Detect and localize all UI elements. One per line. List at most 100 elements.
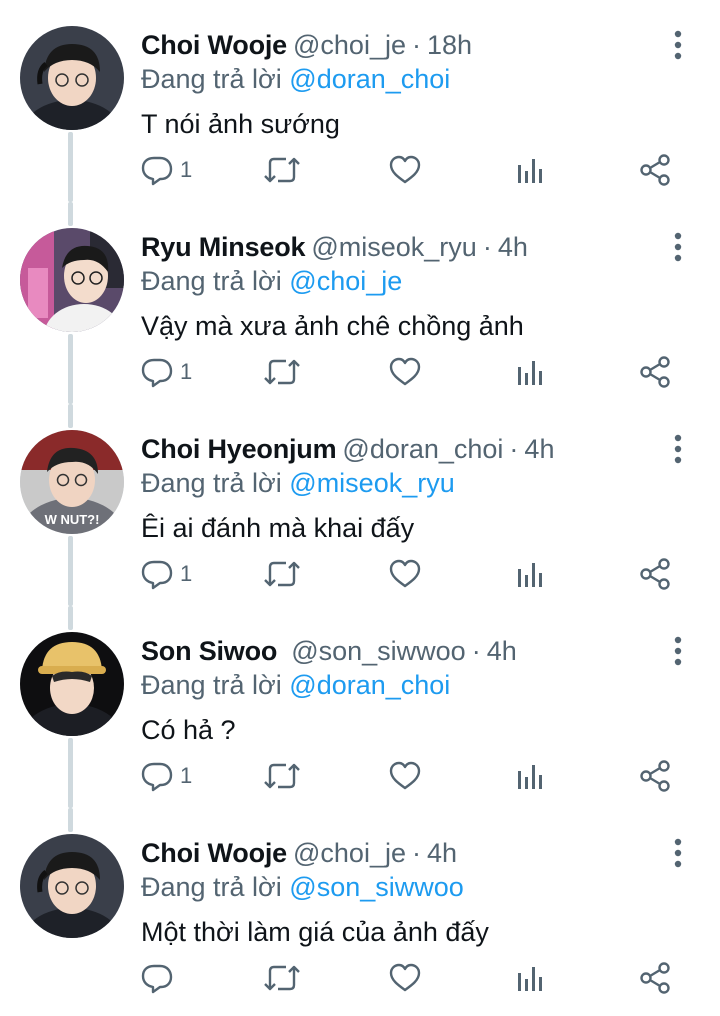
views-icon (518, 159, 542, 183)
tweet[interactable]: W NUT?! Choi Hyeonjum @doran_choi · 4h Đang… (0, 404, 720, 606)
views-button[interactable] (516, 554, 546, 594)
replying-prefix: Đang trả lời (141, 670, 282, 700)
timestamp[interactable]: 4h (427, 838, 457, 868)
separator-dot: · (471, 636, 481, 666)
more-vertical-icon[interactable] (664, 636, 692, 666)
heart-icon (389, 761, 421, 790)
display-name[interactable]: Choi Wooje (141, 838, 287, 868)
tweet-text: T nói ảnh sướng (141, 109, 340, 139)
avatar[interactable] (20, 834, 124, 938)
timestamp[interactable]: 4h (487, 636, 517, 666)
avatar[interactable] (20, 26, 124, 130)
share-button[interactable] (638, 352, 672, 392)
share-icon (640, 154, 670, 186)
reply-button[interactable]: 1 (140, 554, 192, 594)
timestamp[interactable]: 18h (427, 30, 472, 60)
tweet-header: Son Siwoo @son_siwwoo · 4h (141, 634, 517, 668)
tweet[interactable]: Choi Wooje @choi_je · 18h Đang trả lời @dor… (0, 0, 720, 202)
replying-to-mention[interactable]: @doran_choi (289, 670, 450, 700)
replying-to-line: Đang trả lời @miseok_ryu (141, 466, 455, 500)
views-button[interactable] (516, 352, 546, 392)
timestamp[interactable]: 4h (524, 434, 554, 464)
more-vertical-icon[interactable] (664, 838, 692, 868)
like-button[interactable] (388, 352, 422, 392)
share-button[interactable] (638, 150, 672, 190)
share-icon (640, 760, 670, 792)
separator-dot: · (411, 838, 421, 868)
user-handle[interactable]: @choi_je (293, 838, 406, 868)
retweet-button[interactable] (262, 150, 302, 190)
retweet-icon (264, 763, 300, 789)
views-icon (518, 563, 542, 587)
views-button[interactable] (516, 150, 546, 190)
replying-to-mention[interactable]: @miseok_ryu (289, 468, 454, 498)
reply-icon (141, 964, 173, 994)
action-bar (0, 958, 720, 998)
timestamp[interactable]: 4h (498, 232, 528, 262)
reply-button[interactable]: 1 (140, 756, 192, 796)
display-name[interactable]: Son Siwoo (141, 636, 277, 666)
replying-to-mention[interactable]: @son_siwwoo (289, 872, 464, 902)
tweet-text: Vậy mà xưa ảnh chê chồng ảnh (141, 311, 524, 341)
user-handle[interactable]: @son_siwwoo (291, 636, 466, 666)
reply-count: 1 (180, 359, 193, 384)
tweet-header: Choi Wooje @choi_je · 18h (141, 28, 472, 62)
like-button[interactable] (388, 958, 422, 998)
thread-line (68, 606, 73, 630)
display-name[interactable]: Choi Wooje (141, 30, 287, 60)
replying-prefix: Đang trả lời (141, 64, 282, 94)
user-handle[interactable]: @miseok_ryu (311, 232, 476, 262)
display-name[interactable]: Choi Hyeonjum (141, 434, 337, 464)
retweet-button[interactable] (262, 756, 302, 796)
reply-button[interactable]: 1 (140, 150, 192, 190)
replying-to-mention[interactable]: @choi_je (289, 266, 402, 296)
thread-line (68, 202, 73, 226)
avatar[interactable] (20, 632, 124, 736)
views-icon (518, 765, 542, 789)
retweet-icon (264, 157, 300, 183)
reply-button[interactable] (140, 958, 180, 998)
share-button[interactable] (638, 958, 672, 998)
more-vertical-icon[interactable] (664, 434, 692, 464)
display-name[interactable]: Ryu Minseok (141, 232, 306, 262)
action-bar: 1 (0, 554, 720, 594)
user-handle[interactable]: @choi_je (293, 30, 406, 60)
share-icon (640, 558, 670, 590)
replying-to-mention[interactable]: @doran_choi (289, 64, 450, 94)
retweet-button[interactable] (262, 554, 302, 594)
replying-prefix: Đang trả lời (141, 872, 282, 902)
views-icon (518, 361, 542, 385)
retweet-button[interactable] (262, 958, 302, 998)
share-icon (640, 356, 670, 388)
replying-to-line: Đang trả lời @doran_choi (141, 668, 450, 702)
more-vertical-icon[interactable] (664, 30, 692, 60)
tweet[interactable]: Son Siwoo @son_siwwoo · 4h Đang trả lời @do… (0, 606, 720, 808)
reply-button[interactable]: 1 (140, 352, 192, 392)
reply-count: 1 (180, 561, 193, 586)
thread-line (68, 404, 73, 428)
reply-icon (141, 156, 173, 186)
tweet-text: Có hả ? (141, 715, 236, 745)
user-handle[interactable]: @doran_choi (342, 434, 503, 464)
share-button[interactable] (638, 554, 672, 594)
replying-to-line: Đang trả lời @doran_choi (141, 62, 450, 96)
tweet-header: Choi Hyeonjum @doran_choi · 4h (141, 432, 554, 466)
like-button[interactable] (388, 150, 422, 190)
like-button[interactable] (388, 756, 422, 796)
replying-prefix: Đang trả lời (141, 266, 282, 296)
views-button[interactable] (516, 958, 546, 998)
views-button[interactable] (516, 756, 546, 796)
reply-thread: Choi Wooje @choi_je · 18h Đang trả lời @dor… (0, 0, 720, 1016)
tweet-text: Êi ai đánh mà khai đấy (141, 513, 415, 543)
avatar[interactable]: W NUT?! (20, 430, 124, 534)
reply-icon (141, 762, 173, 792)
more-vertical-icon[interactable] (664, 232, 692, 262)
avatar[interactable] (20, 228, 124, 332)
like-button[interactable] (388, 554, 422, 594)
tweet[interactable]: Ryu Minseok @miseok_ryu · 4h Đang trả lời @… (0, 202, 720, 404)
tweet[interactable]: Choi Wooje @choi_je · 4h Đang trả lời @son_… (0, 808, 720, 1010)
retweet-button[interactable] (262, 352, 302, 392)
share-button[interactable] (638, 756, 672, 796)
replying-to-line: Đang trả lời @choi_je (141, 264, 402, 298)
reply-icon (141, 560, 173, 590)
